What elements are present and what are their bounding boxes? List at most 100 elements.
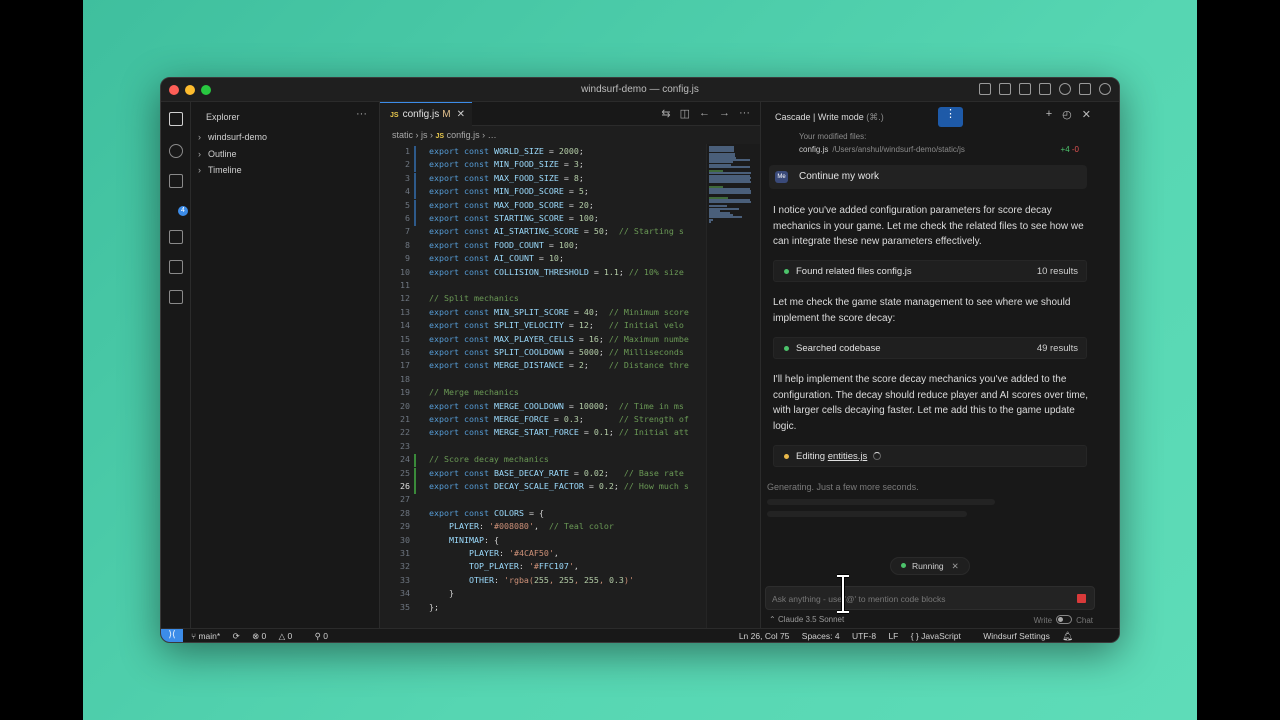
code-text: export const SPLIT_VELOCITY = 12; // Ini… xyxy=(429,320,684,331)
modified-line-marker xyxy=(414,199,416,213)
stop-button[interactable] xyxy=(1077,594,1086,603)
go-forward-icon[interactable]: → xyxy=(719,107,730,120)
accounts-icon[interactable] xyxy=(1099,83,1111,95)
chat-input-placeholder: Ask anything - use '@' to mention code b… xyxy=(772,594,946,604)
explorer-item-timeline[interactable]: › Timeline xyxy=(198,165,242,175)
close-tab-icon[interactable]: ✕ xyxy=(457,109,465,120)
code-text: export const MIN_FOOD_SIZE = 3; xyxy=(429,159,584,170)
loading-skeleton xyxy=(767,511,967,517)
split-editor-icon[interactable]: ◫ xyxy=(680,107,690,120)
letterbox-left xyxy=(0,0,83,720)
extensions-icon[interactable] xyxy=(169,290,183,304)
code-text: export const MIN_SPLIT_SCORE = 40; // Mi… xyxy=(429,306,689,317)
line-endings[interactable]: LF xyxy=(888,631,898,641)
explorer-icon[interactable] xyxy=(169,112,183,126)
branch-item[interactable]: ⑂ main* ⟳ xyxy=(191,631,240,641)
cancel-run-icon[interactable]: ✕ xyxy=(952,561,959,571)
windsurf-settings[interactable]: Windsurf Settings xyxy=(983,631,1050,641)
remote-explorer-icon[interactable] xyxy=(169,260,183,274)
notifications-icon[interactable]: 🔔︎ xyxy=(1062,631,1073,641)
minimap[interactable] xyxy=(706,144,760,630)
explorer-more-button[interactable]: ··· xyxy=(356,108,367,120)
code-text: export const MAX_FOOD_SIZE = 8; xyxy=(429,172,584,183)
error-count: 0 xyxy=(261,631,267,641)
breadcrumb-item[interactable]: js xyxy=(421,130,428,140)
editing-file-link[interactable]: entities.js xyxy=(828,451,868,462)
remote-indicator[interactable]: ⟩⟨ xyxy=(161,629,183,642)
modified-file-name: config.js xyxy=(799,145,829,154)
code-text: export const COLLISION_THRESHOLD = 1.1; … xyxy=(429,266,684,277)
language-mode[interactable]: { } JavaScript xyxy=(911,631,971,641)
run-debug-icon[interactable] xyxy=(169,230,183,244)
chat-icon[interactable] xyxy=(1079,83,1091,95)
tool-step-found-files[interactable]: Found related files config.js 10 results xyxy=(773,260,1087,282)
modified-file-row[interactable]: config.js/Users/anshul/windsurf-demo/sta… xyxy=(799,145,965,154)
avatar: Me xyxy=(775,171,788,183)
history-icon[interactable]: ◴ xyxy=(1062,108,1072,121)
toggle-panel-icon[interactable] xyxy=(999,83,1011,95)
running-indicator[interactable]: Running ✕ xyxy=(890,557,970,575)
source-control-icon[interactable] xyxy=(169,174,183,188)
line-number: 14 xyxy=(400,320,410,331)
code-text: // Score decay mechanics xyxy=(429,454,549,465)
code-editor[interactable]: 1 export const WORLD_SIZE = 2000; 2 export … xyxy=(380,144,706,614)
language-label: JavaScript xyxy=(921,631,961,641)
toggle-sidebar-icon[interactable] xyxy=(979,83,991,95)
indentation[interactable]: Spaces: 4 xyxy=(802,631,840,641)
breadcrumb-item[interactable]: config.js xyxy=(447,130,480,140)
search-icon[interactable] xyxy=(1059,83,1071,95)
explorer-item-project[interactable]: › windsurf-demo xyxy=(198,132,267,142)
cascade-panel: Cascade | Write mode (⌘.) + ◴ ✕ Your mod… xyxy=(760,102,1119,630)
tool-step-searched[interactable]: Searched codebase 49 results xyxy=(773,337,1087,359)
more-actions-icon[interactable]: ··· xyxy=(739,107,750,120)
chat-input[interactable]: Ask anything - use '@' to mention code b… xyxy=(765,586,1095,610)
model-selector[interactable]: ⌃ Claude 3.5 Sonnet xyxy=(769,615,844,624)
code-text: PLAYER: '#008080', // Teal color xyxy=(448,521,614,532)
customize-layout-icon[interactable] xyxy=(1039,83,1051,95)
ports-item[interactable]: ⚲ 0 xyxy=(315,631,338,641)
line-number: 29 xyxy=(400,521,410,532)
line-number: 5 xyxy=(405,199,410,210)
modified-line-marker xyxy=(414,172,416,186)
tool-step-editing[interactable]: Editing entities.js xyxy=(773,445,1087,467)
running-dot-icon xyxy=(901,563,906,568)
activity-bar: 4 xyxy=(161,102,191,630)
tab-config-js[interactable]: JS config.js M ✕ xyxy=(380,102,472,126)
search-icon[interactable] xyxy=(169,144,183,158)
open-changes-icon[interactable]: ⇆ xyxy=(661,107,670,120)
line-number: 22 xyxy=(400,427,410,438)
encoding[interactable]: UTF-8 xyxy=(852,631,876,641)
mode-toggle[interactable]: Write Chat xyxy=(1034,615,1093,625)
problems-item[interactable]: ⊗ 0 △ 0 xyxy=(252,631,302,641)
added-line-marker xyxy=(414,481,416,494)
modified-line-marker xyxy=(414,213,416,226)
cascade-shortcut: (⌘.) xyxy=(866,112,884,122)
cascade-title[interactable]: Cascade xyxy=(775,112,811,122)
code-text: MINIMAP: { xyxy=(448,534,499,545)
go-back-icon[interactable]: ← xyxy=(699,107,710,120)
line-number: 16 xyxy=(400,347,410,357)
code-text: TOP_PLAYER: '#FFC107', xyxy=(468,561,579,572)
line-number: 35 xyxy=(400,601,410,612)
window-title: windsurf-demo — config.js xyxy=(581,84,699,95)
line-number: 18 xyxy=(400,373,410,384)
explorer-item-outline[interactable]: › Outline xyxy=(198,149,237,159)
cursor-position[interactable]: Ln 26, Col 75 xyxy=(739,631,790,641)
line-number: 33 xyxy=(400,574,410,585)
breadcrumb-item[interactable]: static xyxy=(392,130,413,140)
mode-toggle-switch[interactable] xyxy=(1056,615,1073,624)
status-bar: ⟩⟨ ⑂ main* ⟳ ⊗ 0 △ 0 ⚲ 0 Ln 26, Col 75 S… xyxy=(161,628,1119,642)
line-number: 11 xyxy=(400,280,410,290)
letterbox-right xyxy=(1197,0,1280,720)
editing-prefix: Editing xyxy=(796,451,826,462)
line-number: 26 xyxy=(400,481,410,491)
tool-step-label: Editing entities.js xyxy=(796,451,882,462)
close-icon[interactable]: ✕ xyxy=(1082,108,1091,121)
code-text: }; xyxy=(429,601,439,612)
line-number: 27 xyxy=(400,494,410,505)
cascade-mode[interactable]: Write mode xyxy=(818,112,864,122)
explorer-title: Explorer xyxy=(206,112,240,122)
toggle-secondary-sidebar-icon[interactable] xyxy=(1019,83,1031,95)
new-conversation-icon[interactable]: + xyxy=(1046,108,1052,121)
breadcrumb-item[interactable]: … xyxy=(488,130,497,140)
